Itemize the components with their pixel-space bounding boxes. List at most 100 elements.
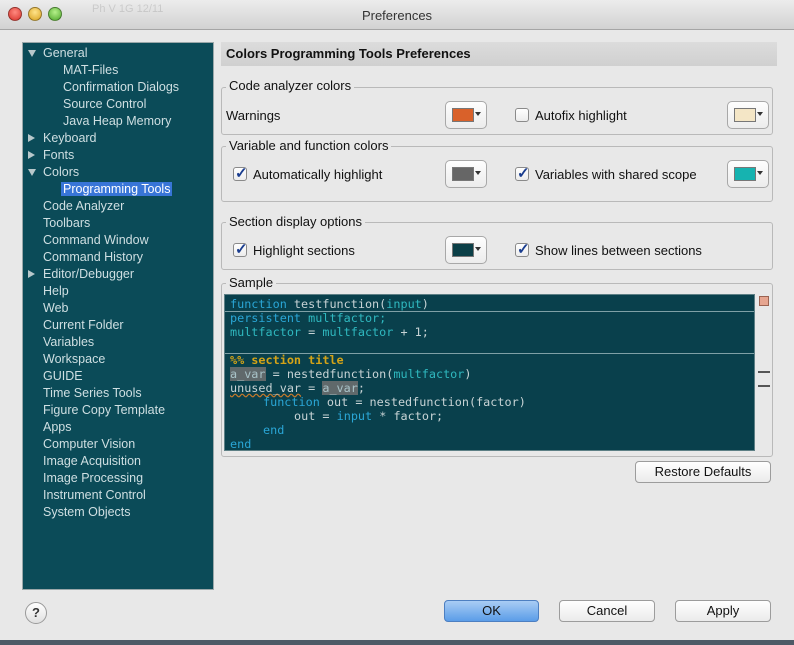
tree-item[interactable]: System Objects <box>41 504 133 521</box>
tree-item[interactable]: Code Analyzer <box>41 198 126 215</box>
desktop-edge <box>0 640 794 645</box>
tree-item[interactable]: GUIDE <box>41 368 85 385</box>
auto-highlight-color-swatch <box>452 167 474 181</box>
tree-item[interactable]: Apps <box>41 419 74 436</box>
autofix-color-swatch <box>734 108 756 122</box>
tree-item[interactable]: Command Window <box>41 232 151 249</box>
warnings-label: Warnings <box>226 108 281 123</box>
sample-code-preview: function testfunction(input) persistent … <box>224 294 755 451</box>
chevron-right-icon[interactable] <box>28 270 35 278</box>
chevron-down-icon[interactable] <box>28 169 36 176</box>
tree-item-label: System Objects <box>43 505 131 519</box>
message-marker-icon[interactable] <box>758 371 770 373</box>
tree-item-label: Confirmation Dialogs <box>63 80 180 94</box>
highlight-sections-checkbox[interactable]: ✓ <box>233 241 248 258</box>
shared-scope-color-button[interactable] <box>727 160 769 188</box>
chevron-down-icon[interactable] <box>28 50 36 57</box>
message-marker-icon[interactable] <box>758 385 770 387</box>
tree-item[interactable]: Instrument Control <box>41 487 148 504</box>
tree-item[interactable]: Toolbars <box>41 215 92 232</box>
autofix-highlight-label: Autofix highlight <box>535 108 627 123</box>
code-line-1: function testfunction(input) <box>230 297 429 311</box>
tree-item[interactable]: Workspace <box>41 351 107 368</box>
tree-item[interactable]: Command History <box>41 249 145 266</box>
autofix-color-button[interactable] <box>727 101 769 129</box>
tree-item[interactable]: MAT-Files <box>61 62 120 79</box>
tree-item[interactable]: Keyboard <box>28 130 99 147</box>
tree-item-label: Help <box>43 284 69 298</box>
tree-item-label: Programming Tools <box>61 182 173 196</box>
code-analyzer-group-title: Code analyzer colors <box>226 78 355 93</box>
tree-item[interactable]: Time Series Tools <box>41 385 144 402</box>
help-button[interactable]: ? <box>25 602 47 624</box>
tree-item[interactable]: Java Heap Memory <box>61 113 173 130</box>
tree-item[interactable]: Colors <box>28 164 81 181</box>
code-line-5: a_var = nestedfunction(multfactor) <box>230 367 472 381</box>
warnings-color-button[interactable] <box>445 101 487 129</box>
highlight-sections-label: Highlight sections <box>253 243 355 258</box>
ok-button[interactable]: OK <box>444 600 539 622</box>
tree-item[interactable]: Confirmation Dialogs <box>61 79 181 96</box>
tree-item-label: Time Series Tools <box>43 386 142 400</box>
tree-item-label: Command History <box>43 250 144 264</box>
apply-button[interactable]: Apply <box>675 600 771 622</box>
tree-item-label: Keyboard <box>43 131 97 145</box>
tree-item-label: Variables <box>43 335 95 349</box>
warning-marker-icon[interactable] <box>759 296 769 306</box>
tree-item-label: Colors <box>43 165 80 179</box>
code-analyzer-group <box>221 87 773 135</box>
tree-item-label: Toolbars <box>43 216 91 230</box>
tree-item-label: Image Acquisition <box>43 454 141 468</box>
tree-item[interactable]: Computer Vision <box>41 436 137 453</box>
tree-item[interactable]: Help <box>41 283 71 300</box>
tree-item[interactable]: Fonts <box>28 147 76 164</box>
restore-defaults-button[interactable]: Restore Defaults <box>635 461 771 483</box>
code-line-3: multfactor = multfactor + 1; <box>230 325 429 339</box>
tree-item[interactable]: General <box>28 45 89 62</box>
tree-item-label: Source Control <box>63 97 147 111</box>
autofix-highlight-checkbox[interactable] <box>515 108 529 122</box>
tree-item-label: Command Window <box>43 233 149 247</box>
auto-highlight-checkbox[interactable]: ✓ <box>233 165 248 182</box>
chevron-right-icon[interactable] <box>28 134 35 142</box>
tree-item[interactable]: Source Control <box>61 96 148 113</box>
preferences-tree[interactable]: General MAT-Files Confirmation Dialogs Sour… <box>22 42 214 590</box>
window-title: Preferences <box>361 8 433 23</box>
tree-item[interactable]: Current Folder <box>41 317 126 334</box>
tree-item[interactable]: Variables <box>41 334 96 351</box>
chevron-down-icon <box>757 171 763 175</box>
tree-item-label: General <box>43 46 88 60</box>
shared-scope-color-swatch <box>734 167 756 181</box>
tree-item[interactable]: Image Processing <box>41 470 145 487</box>
auto-highlight-color-button[interactable] <box>445 160 487 188</box>
chevron-down-icon <box>475 112 481 116</box>
chevron-down-icon <box>757 112 763 116</box>
variable-colors-group-title: Variable and function colors <box>226 138 392 153</box>
tree-item[interactable]: Programming Tools <box>61 181 173 198</box>
cancel-button[interactable]: Cancel <box>559 600 655 622</box>
code-line-9: end <box>263 423 285 437</box>
checkmark-icon: ✓ <box>235 165 248 182</box>
shared-scope-checkbox[interactable]: ✓ <box>515 165 530 182</box>
tree-item-label: Web <box>43 301 69 315</box>
tree-item[interactable]: Figure Copy Template <box>41 402 167 419</box>
show-lines-checkbox[interactable]: ✓ <box>515 241 530 258</box>
checkmark-icon: ✓ <box>235 241 248 258</box>
tree-item-label: Computer Vision <box>43 437 136 451</box>
shared-scope-label: Variables with shared scope <box>535 167 697 182</box>
checkmark-icon: ✓ <box>517 165 530 182</box>
tree-item-label: Image Processing <box>43 471 144 485</box>
title-bar: Ph V 1G 12/11 Preferences <box>0 0 794 30</box>
tree-item[interactable]: Editor/Debugger <box>28 266 136 283</box>
code-line-8: out = input * factor; <box>294 409 444 423</box>
tree-item-label: Code Analyzer <box>43 199 125 213</box>
section-display-group-title: Section display options <box>226 214 365 229</box>
chevron-right-icon[interactable] <box>28 151 35 159</box>
tree-item[interactable]: Web <box>41 300 70 317</box>
section-highlight-color-button[interactable] <box>445 236 487 264</box>
code-line-7: function out = nestedfunction(factor) <box>263 395 526 409</box>
code-line-2: persistent multfactor; <box>230 311 387 325</box>
tree-item-label: Java Heap Memory <box>63 114 172 128</box>
tree-item-label: Workspace <box>43 352 106 366</box>
tree-item[interactable]: Image Acquisition <box>41 453 143 470</box>
